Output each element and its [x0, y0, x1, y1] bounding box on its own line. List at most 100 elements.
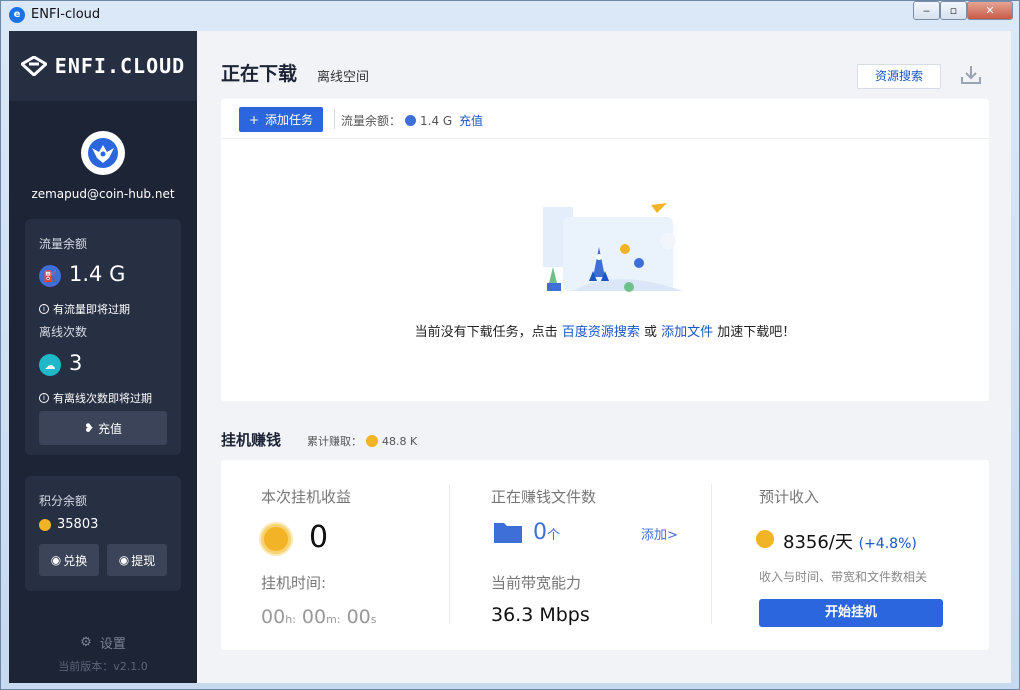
uptime-seconds: 00 [346, 606, 371, 628]
resource-search-button[interactable]: 资源搜索 [857, 64, 941, 89]
empty-suffix: 加速下载吧！ [717, 325, 796, 340]
withdraw-button[interactable]: ◉ 提现 [107, 544, 167, 576]
current-earnings-label: 本次挂机收益 [261, 488, 352, 506]
income-value: 8356/天 [783, 532, 853, 553]
download-panel: + 添加任务 流量余额： 1.4 G 充值 当前没有下载任务，点击 百度资源搜索… [221, 99, 989, 401]
exchange-label: 兑换 [63, 553, 88, 568]
add-files-link[interactable]: 添加> [641, 524, 678, 543]
add-task-label: 添加任务 [265, 113, 314, 127]
exchange-icon: ◉ [50, 553, 62, 567]
toolbar-traffic-label: 流量余额： [341, 114, 402, 128]
tab-downloading[interactable]: 正在下载 [221, 59, 297, 86]
uptime-minutes: 00 [301, 606, 327, 628]
minutes-unit: m: [326, 613, 341, 626]
column-divider [711, 484, 712, 624]
traffic-label: 流量余额 [39, 237, 88, 251]
offline-expiry-note: i 有离线次数即将过期 [39, 390, 152, 406]
window-controls: ‒ ▫ ✕ [913, 1, 1013, 20]
expected-income: 8356/天 (+4.8%) [783, 528, 917, 554]
points-label: 积分余额 [39, 494, 88, 508]
earn-panel: 本次挂机收益 0 挂机时间: 00h: 00m: 00s 正在赚钱文件数 0个 [221, 460, 989, 650]
app-logo-icon: e [9, 7, 25, 23]
toolbar-traffic: 流量余额： 1.4 G [341, 112, 452, 129]
maximize-button[interactable]: ▫ [940, 1, 967, 20]
earning-files-label: 正在赚钱文件数 [491, 488, 597, 506]
empty-illustration [543, 203, 683, 292]
minimize-button[interactable]: ‒ [913, 1, 940, 20]
coin-icon [39, 518, 51, 531]
add-file-link[interactable]: 添加文件 [661, 325, 713, 340]
recharge-label: 充值 [98, 421, 123, 436]
empty-or: 或 [643, 325, 657, 340]
brand-name: ENFI.CLOUD [54, 54, 186, 78]
settings-label: 设置 [99, 637, 126, 652]
exchange-button[interactable]: ◉ 兑换 [39, 544, 99, 576]
folder-icon [494, 523, 522, 543]
plus-icon: + [248, 112, 260, 127]
toolbar-traffic-value: 1.4 G [420, 113, 453, 128]
window-title: ENFI-cloud [31, 7, 101, 22]
points-value: 35803 [57, 517, 99, 532]
tab-offline-space[interactable]: 离线空间 [317, 66, 369, 85]
current-earnings-value: 0 [309, 520, 329, 555]
points-row: 35803 [39, 517, 98, 532]
fuel-icon: ⛽ [39, 265, 61, 287]
hours-unit: h: [285, 613, 296, 626]
offline-value: 3 [69, 351, 83, 375]
app-window: e ENFI-cloud ‒ ▫ ✕ ENFI.CLOUD zemapud@co… [0, 0, 1020, 690]
coin-icon [366, 435, 378, 447]
income-change: (+4.8%) [858, 536, 917, 552]
seconds-unit: s [370, 613, 377, 626]
info-icon: i [39, 393, 49, 403]
baidu-search-link[interactable]: 百度资源搜索 [562, 325, 640, 340]
toolbar-recharge-link[interactable]: 充值 [459, 112, 483, 129]
traffic-value: 1.4 G [69, 262, 126, 286]
empty-prefix: 当前没有下载任务，点击 [414, 325, 558, 340]
add-task-button[interactable]: + 添加任务 [239, 107, 323, 132]
bandwidth-label: 当前带宽能力 [491, 574, 582, 592]
uptime-label: 挂机时间: [261, 574, 327, 592]
files-unit: 个 [547, 528, 561, 543]
settings-link[interactable]: ⚙ 设置 [9, 633, 197, 652]
gear-icon: ⚙ [80, 635, 92, 650]
files-value: 0 [533, 520, 547, 545]
eagle-icon [88, 138, 118, 168]
traffic-note-text: 有流量即将过期 [53, 303, 130, 316]
earning-files-count: 0个 [533, 520, 560, 545]
title-bar[interactable]: e ENFI-cloud ‒ ▫ ✕ [1, 1, 1019, 29]
recharge-button[interactable]: ❥ 充值 [39, 411, 167, 445]
bandwidth-value: 36.3 Mbps [491, 604, 590, 626]
recharge-icon: ❥ [83, 421, 95, 435]
points-card: 积分余额 35803 ◉ 兑换 ◉ 提现 [25, 476, 181, 591]
avatar[interactable] [81, 131, 125, 175]
offline-note-text: 有离线次数即将过期 [53, 392, 152, 405]
balance-card: 流量余额 ⛽ 1.4 G i 有流量即将过期 离线次数 ☁ 3 i 有离线次数即… [25, 219, 181, 455]
withdraw-icon: ◉ [118, 553, 130, 567]
column-divider [449, 484, 450, 624]
user-email: zemapud@coin-hub.net [31, 187, 175, 201]
traffic-icon [405, 115, 417, 126]
sidebar: ENFI.CLOUD zemapud@coin-hub.net 流量余额 ⛽ 1… [9, 31, 197, 683]
accum-value: 48.8 K [382, 434, 418, 448]
toolbar-divider [334, 109, 335, 129]
enfi-logo-icon [20, 56, 47, 76]
accum-label: 累计赚取： [307, 435, 362, 448]
main-content: 正在下载 离线空间 资源搜索 + 添加任务 流量余额： 1.4 G 充值 当前没… [197, 31, 1011, 683]
version-text: 当前版本：v2.1.0 [58, 660, 148, 673]
empty-message: 当前没有下载任务，点击 百度资源搜索 或 添加文件 加速下载吧！ [221, 321, 989, 340]
offline-label: 离线次数 [39, 325, 88, 339]
close-button[interactable]: ✕ [967, 1, 1013, 20]
coin-icon [261, 524, 291, 554]
expected-income-label: 预计收入 [759, 488, 820, 506]
coin-icon [756, 530, 774, 548]
download-icon[interactable] [959, 63, 983, 87]
brand-header: ENFI.CLOUD [9, 31, 197, 101]
earn-section-title: 挂机赚钱 [221, 431, 282, 449]
download-toolbar: + 添加任务 流量余额： 1.4 G 充值 [221, 99, 989, 139]
withdraw-label: 提现 [131, 553, 156, 568]
start-mining-button[interactable]: 开始挂机 [759, 599, 943, 627]
app-client-area: ENFI.CLOUD zemapud@coin-hub.net 流量余额 ⛽ 1… [9, 31, 1011, 683]
uptime-value: 00h: 00m: 00s [261, 606, 377, 628]
info-icon: i [39, 304, 49, 314]
traffic-expiry-note: i 有流量即将过期 [39, 301, 130, 317]
